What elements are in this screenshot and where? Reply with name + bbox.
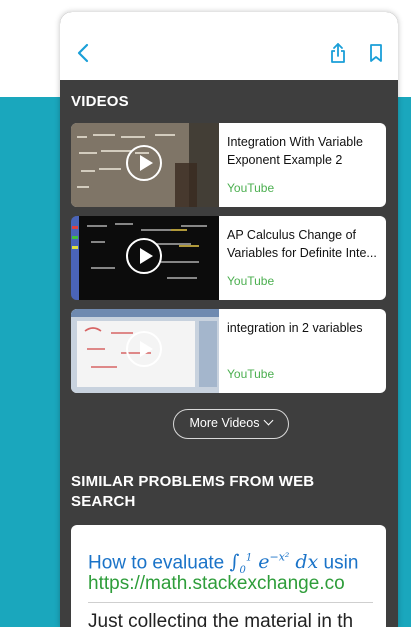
play-icon xyxy=(126,331,162,367)
share-button[interactable] xyxy=(328,41,348,65)
video-title: integration in 2 variables xyxy=(227,321,363,335)
video-title: Integration With Variable xyxy=(227,135,363,149)
videos-section-title: VIDEOS xyxy=(71,93,129,110)
divider xyxy=(88,602,373,603)
video-item[interactable]: integration in 2 variables YouTube xyxy=(71,309,386,393)
web-result-url[interactable]: https://math.stackexchange.co xyxy=(88,572,386,596)
similar-problems-section-title: SIMILAR PROBLEMS FROM WEB SEARCH xyxy=(71,473,315,510)
more-videos-label: More Videos xyxy=(189,416,260,430)
video-title-line2: Variables for Definite Inte... xyxy=(227,246,377,260)
video-thumbnail xyxy=(71,216,219,300)
more-videos-button[interactable]: More Videos xyxy=(173,409,289,439)
bookmark-button[interactable] xyxy=(367,42,385,64)
integral-expression: ∫01 e−x² dx xyxy=(229,551,319,577)
video-source: YouTube xyxy=(227,274,275,288)
play-icon xyxy=(126,238,162,274)
back-button[interactable] xyxy=(74,42,94,64)
video-title: AP Calculus Change of xyxy=(227,228,357,242)
video-source: YouTube xyxy=(227,181,275,195)
play-icon xyxy=(126,145,162,181)
chevron-left-icon xyxy=(77,43,89,63)
web-result-card[interactable]: How to evaluate ∫01 e−x² dx usin https:/… xyxy=(71,525,386,627)
video-item[interactable]: AP Calculus Change of Variables for Defi… xyxy=(71,216,386,300)
video-thumbnail xyxy=(71,123,219,207)
bookmark-icon xyxy=(370,44,382,62)
chevron-down-icon xyxy=(264,415,274,426)
video-item[interactable]: Integration With Variable Exponent Examp… xyxy=(71,123,386,207)
share-icon xyxy=(331,43,345,63)
video-source: YouTube xyxy=(227,367,275,381)
sheet-header xyxy=(60,12,398,80)
bottom-sheet: VIDEOS Integration With Variable Exponen… xyxy=(60,12,398,627)
video-thumbnail xyxy=(71,309,219,393)
video-title-line2: Exponent Example 2 xyxy=(227,153,343,167)
web-result-snippet: Just collecting the material in th xyxy=(88,611,354,627)
